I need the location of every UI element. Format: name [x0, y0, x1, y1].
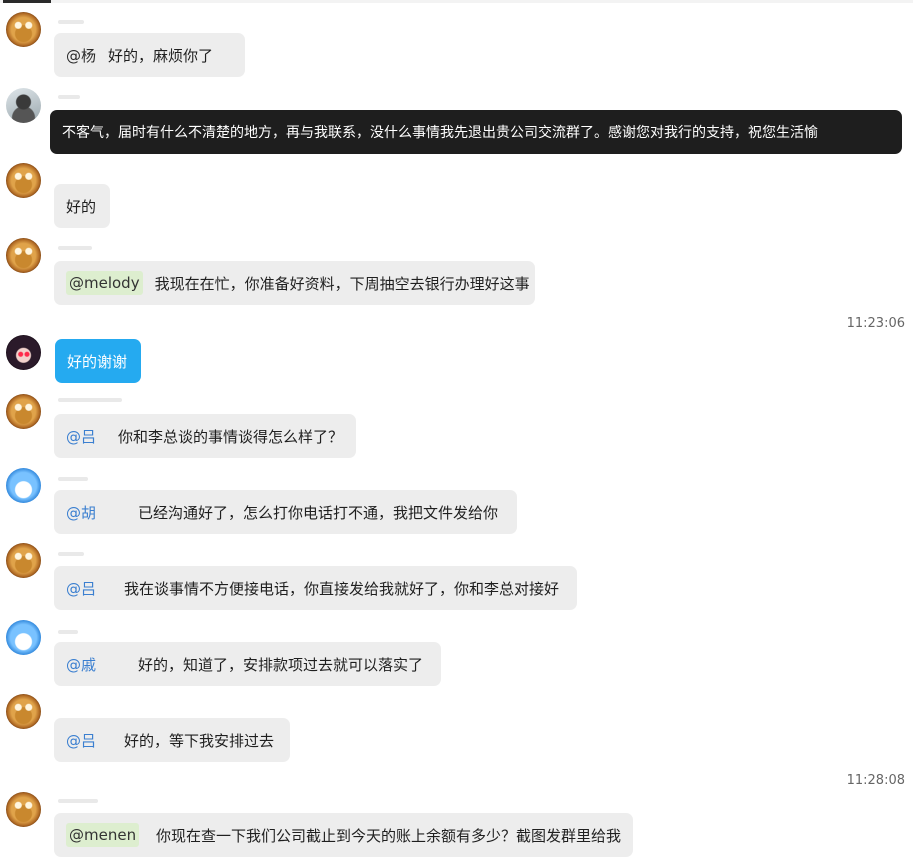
message-text: 你和李总谈的事情谈得怎么样了？ — [118, 427, 344, 446]
owl-avatar[interactable] — [6, 163, 41, 198]
message-text: 好的谢谢 — [67, 352, 128, 371]
sender-name — [58, 246, 92, 250]
sender-name — [58, 630, 78, 634]
top-divider — [0, 0, 913, 3]
message-text: 好的，等下我安排过去 — [124, 731, 275, 750]
owl-avatar[interactable] — [6, 238, 41, 273]
mention-tag[interactable]: @胡 — [66, 502, 96, 523]
message-bubble[interactable]: @menen 你现在查一下我们公司截止到今天的账上余额有多少？截图发群里给我 — [54, 813, 633, 857]
mention-tag[interactable]: @吕 — [66, 730, 96, 751]
owl-avatar[interactable] — [6, 792, 41, 827]
sender-name — [58, 552, 84, 556]
owl-avatar[interactable] — [6, 394, 41, 429]
message-bubble[interactable]: 好的 — [54, 184, 110, 228]
mention-tag[interactable]: @吕 — [66, 578, 96, 599]
owl-avatar[interactable] — [6, 694, 41, 729]
message-bubble[interactable]: @胡 已经沟通好了，怎么打你电话打不通，我把文件发给你 — [54, 490, 517, 534]
message-bubble[interactable]: @吕 我在谈事情不方便接电话，你直接发给我就好了，你和李总对接好 — [54, 566, 577, 610]
message-text: 已经沟通好了，怎么打你电话打不通，我把文件发给你 — [138, 503, 499, 522]
message-bubble[interactable]: 好的谢谢 — [55, 339, 141, 383]
owl-avatar[interactable] — [6, 543, 41, 578]
mention-tag[interactable]: @menen — [66, 823, 140, 847]
photo-avatar[interactable] — [6, 88, 41, 123]
sender-name — [58, 20, 84, 24]
sender-name — [58, 477, 88, 481]
message-bubble[interactable]: @杨 好的，麻烦你了 — [54, 33, 245, 77]
sender-name — [58, 398, 122, 402]
sender-name — [58, 799, 98, 803]
message-text: 我现在在忙，你准备好资料，下周抽空去银行办理好这事 — [154, 274, 530, 293]
message-text: 好的 — [66, 197, 97, 216]
anime-avatar[interactable] — [6, 335, 41, 370]
message-text: 好的，麻烦你了 — [108, 46, 214, 65]
message-text: 好的，知道了，安排款项过去就可以落实了 — [138, 655, 424, 674]
owl-avatar[interactable] — [6, 12, 41, 47]
mention-tag[interactable]: @吕 — [66, 426, 96, 447]
message-bubble[interactable]: @吕 你和李总谈的事情谈得怎么样了？ — [54, 414, 356, 458]
blue-avatar[interactable] — [6, 468, 41, 503]
sender-name — [58, 95, 80, 99]
timestamp: 11:28:08 — [846, 773, 905, 788]
timestamp: 11:23:06 — [846, 316, 905, 331]
message-bubble[interactable]: @melody 我现在在忙，你准备好资料，下周抽空去银行办理好这事 — [54, 261, 535, 305]
blue-avatar[interactable] — [6, 620, 41, 655]
message-bubble[interactable]: @吕 好的，等下我安排过去 — [54, 718, 290, 762]
message-text: 你现在查一下我们公司截止到今天的账上余额有多少？截图发群里给我 — [155, 826, 621, 845]
message-bubble[interactable]: 不客气，届时有什么不清楚的地方，再与我联系，没什么事情我先退出贵公司交流群了。感… — [50, 110, 902, 154]
mention-tag[interactable]: @杨 — [66, 45, 96, 66]
message-text: 我在谈事情不方便接电话，你直接发给我就好了，你和李总对接好 — [124, 579, 560, 598]
mention-tag[interactable]: @melody — [66, 271, 143, 295]
active-tab-indicator — [3, 0, 51, 3]
message-bubble[interactable]: @戚 好的，知道了，安排款项过去就可以落实了 — [54, 642, 441, 686]
message-text: 不客气，届时有什么不清楚的地方，再与我联系，没什么事情我先退出贵公司交流群了。感… — [62, 125, 818, 141]
mention-tag[interactable]: @戚 — [66, 654, 96, 675]
